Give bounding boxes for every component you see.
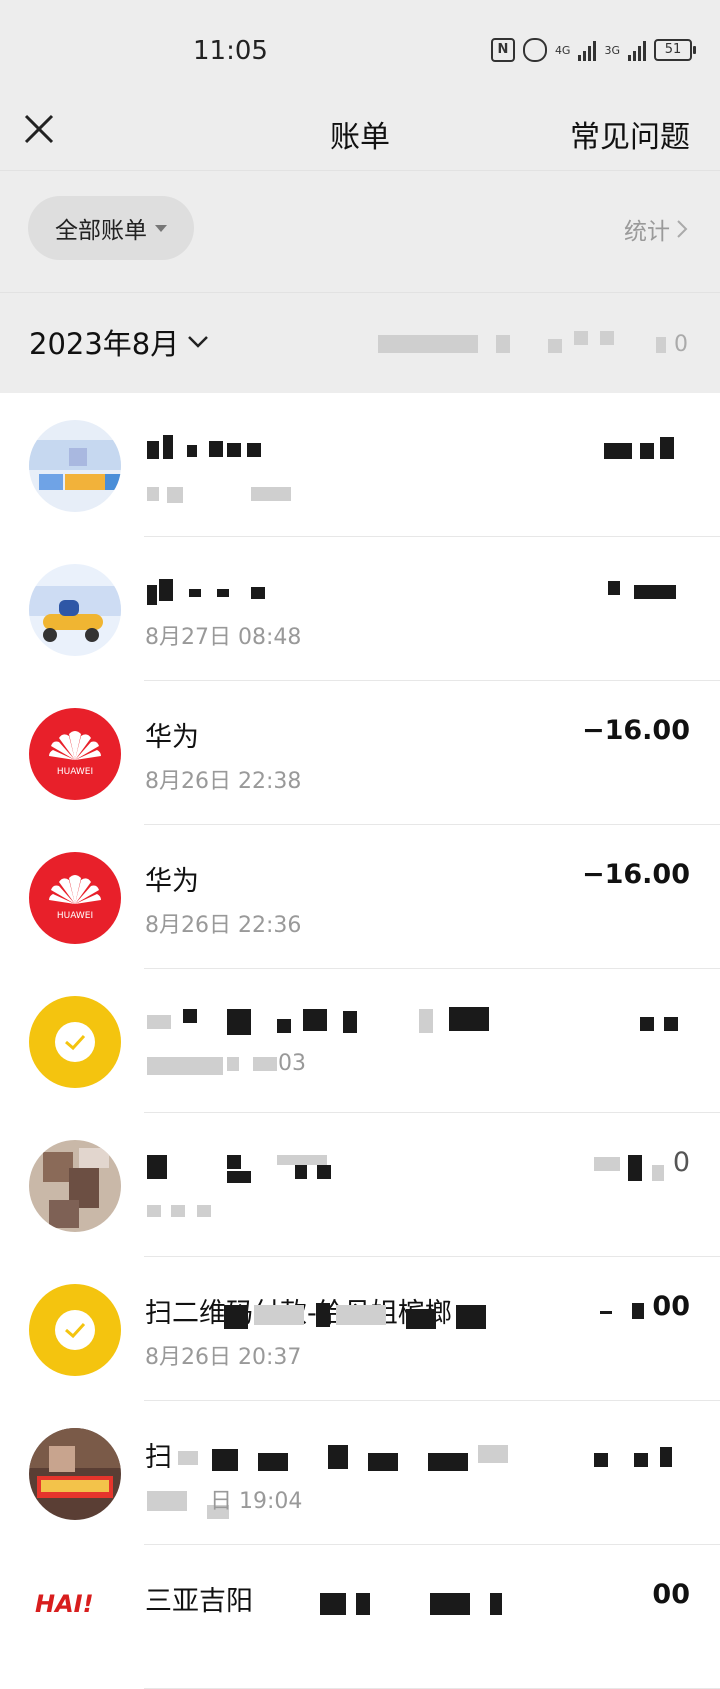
- signal-3g-icon: [628, 39, 646, 61]
- month-label: 2023年8月: [29, 327, 180, 361]
- checkmark-icon: [65, 1322, 86, 1339]
- month-selector[interactable]: 2023年8月: [29, 321, 209, 363]
- chevron-down-icon: [188, 336, 209, 348]
- transaction-amount: −16.00: [581, 715, 690, 746]
- transaction-row[interactable]: [0, 393, 720, 537]
- nfc-icon: N: [490, 38, 515, 62]
- transaction-row[interactable]: HUAWEI 华为 8月26日 22:38 −16.00: [0, 681, 720, 825]
- transaction-title: 扫: [145, 1442, 172, 1473]
- transaction-row[interactable]: 扫二维码付款-给丹姐槟榔 8月26日 20:37 00: [0, 1257, 720, 1401]
- status-time: 11:05: [193, 36, 268, 66]
- yellow-money-bag-icon: [29, 996, 121, 1088]
- hai-logo: HAI!: [29, 1572, 121, 1664]
- transaction-amount: 00: [652, 1579, 690, 1610]
- svg-text:HUAWEI: HUAWEI: [57, 911, 93, 921]
- signal-3g-label: 3G: [604, 43, 620, 57]
- transaction-time: 8月26日 22:36: [145, 913, 302, 938]
- transaction-time: 03: [278, 1051, 306, 1076]
- transaction-time: 8月26日 20:37: [145, 1345, 302, 1370]
- stats-label: 统计: [624, 219, 670, 245]
- bill-filter-label: 全部账单: [55, 218, 147, 244]
- huawei-logo: HUAWEI: [29, 852, 121, 944]
- transaction-row[interactable]: 扫 日 19:04: [0, 1401, 720, 1545]
- status-bar: 11:05 N 4G 3G 51: [0, 0, 720, 98]
- filter-bar: 全部账单 统计: [0, 171, 720, 293]
- month-summary: 0: [378, 331, 688, 357]
- signal-4g-icon: [578, 39, 597, 61]
- transaction-amount: 0: [672, 1147, 690, 1178]
- transaction-title: 华为: [145, 722, 199, 753]
- month-bar: 2023年8月 0: [0, 293, 720, 393]
- nav-bar: 账单 常见问题: [0, 98, 720, 171]
- svg-text:HUAWEI: HUAWEI: [57, 767, 93, 777]
- transaction-row[interactable]: 8月27日 08:48: [0, 537, 720, 681]
- transaction-time: 日 19:04: [210, 1489, 303, 1514]
- bill-filter-dropdown[interactable]: 全部账单: [28, 196, 194, 260]
- transaction-row[interactable]: HAI! 三亚吉阳 00: [0, 1545, 720, 1689]
- transaction-row[interactable]: 03: [0, 969, 720, 1113]
- battery-icon: 51: [654, 39, 696, 61]
- transaction-time: 8月27日 08:48: [145, 625, 302, 650]
- transaction-row[interactable]: 0: [0, 1113, 720, 1257]
- chevron-right-icon: [677, 220, 688, 238]
- transaction-title: 三亚吉阳: [145, 1586, 253, 1617]
- alarm-icon: [522, 38, 547, 62]
- yellow-money-bag-icon: [29, 1284, 121, 1376]
- month-summary-value: 0: [674, 331, 688, 357]
- shop-photo-avatar: [29, 1428, 121, 1520]
- transaction-list: 8月27日 08:48 HUAWEI 华为 8月26日 22:38 −16.00…: [0, 393, 720, 1689]
- blurred-summary: [378, 331, 668, 357]
- signal-4g-label: 4G: [554, 43, 571, 57]
- checkmark-icon: [65, 1034, 86, 1051]
- huawei-logo: HUAWEI: [29, 708, 121, 800]
- transaction-amount: 00: [652, 1291, 690, 1322]
- caret-down-icon: [155, 224, 167, 232]
- transaction-amount: −16.00: [581, 859, 690, 890]
- blurred-photo-avatar: [29, 1140, 121, 1232]
- status-icons: N 4G 3G 51: [490, 38, 696, 62]
- stats-link[interactable]: 统计: [624, 212, 688, 246]
- transaction-time: 8月26日 22:38: [145, 769, 302, 794]
- scooter-delivery-avatar: [29, 564, 121, 656]
- transaction-row[interactable]: HUAWEI 华为 8月26日 22:36 −16.00: [0, 825, 720, 969]
- huawei-petals-icon: HUAWEI: [49, 875, 101, 921]
- blurred-image-avatar: [29, 420, 121, 512]
- faq-link[interactable]: 常见问题: [570, 112, 690, 156]
- huawei-petals-icon: HUAWEI: [49, 731, 101, 777]
- transaction-title: 华为: [145, 866, 199, 897]
